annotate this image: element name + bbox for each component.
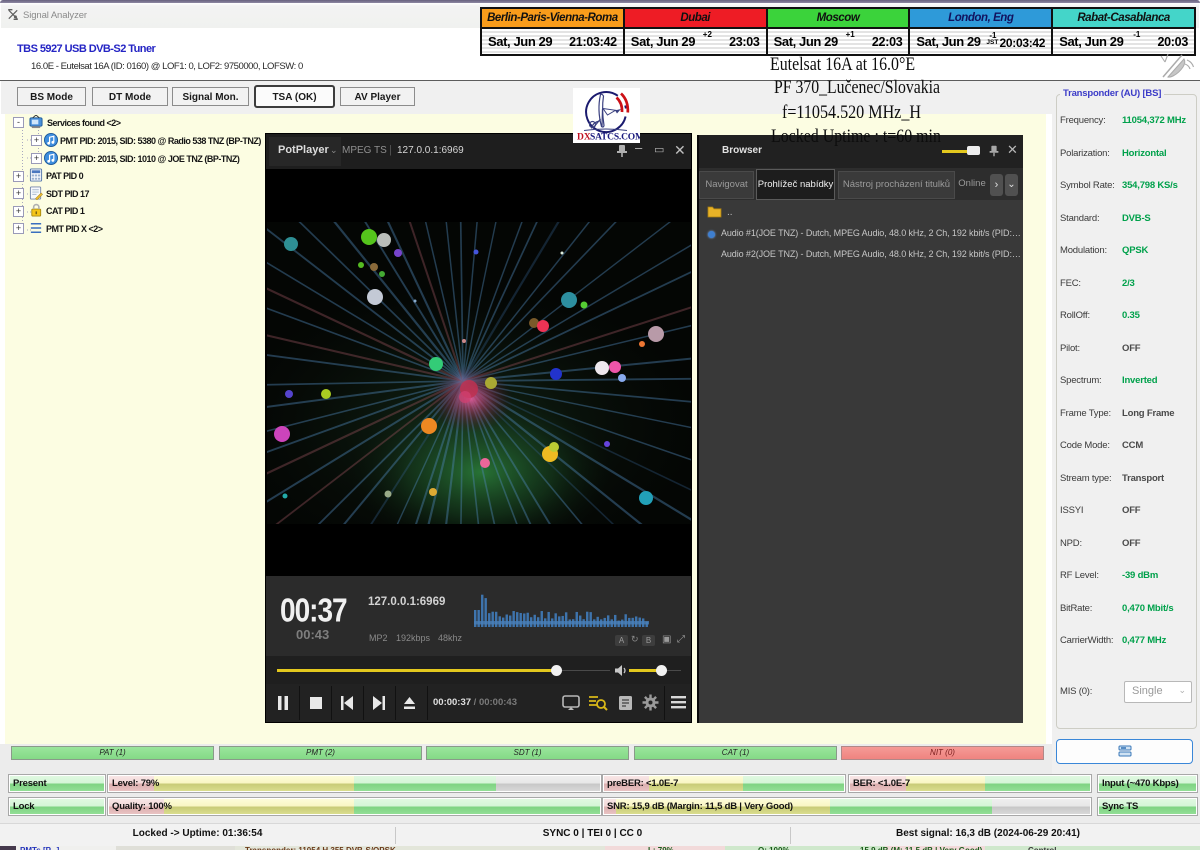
svg-text:DX: DX: [577, 133, 591, 143]
svg-text:SATCS.COM: SATCS.COM: [590, 133, 640, 143]
